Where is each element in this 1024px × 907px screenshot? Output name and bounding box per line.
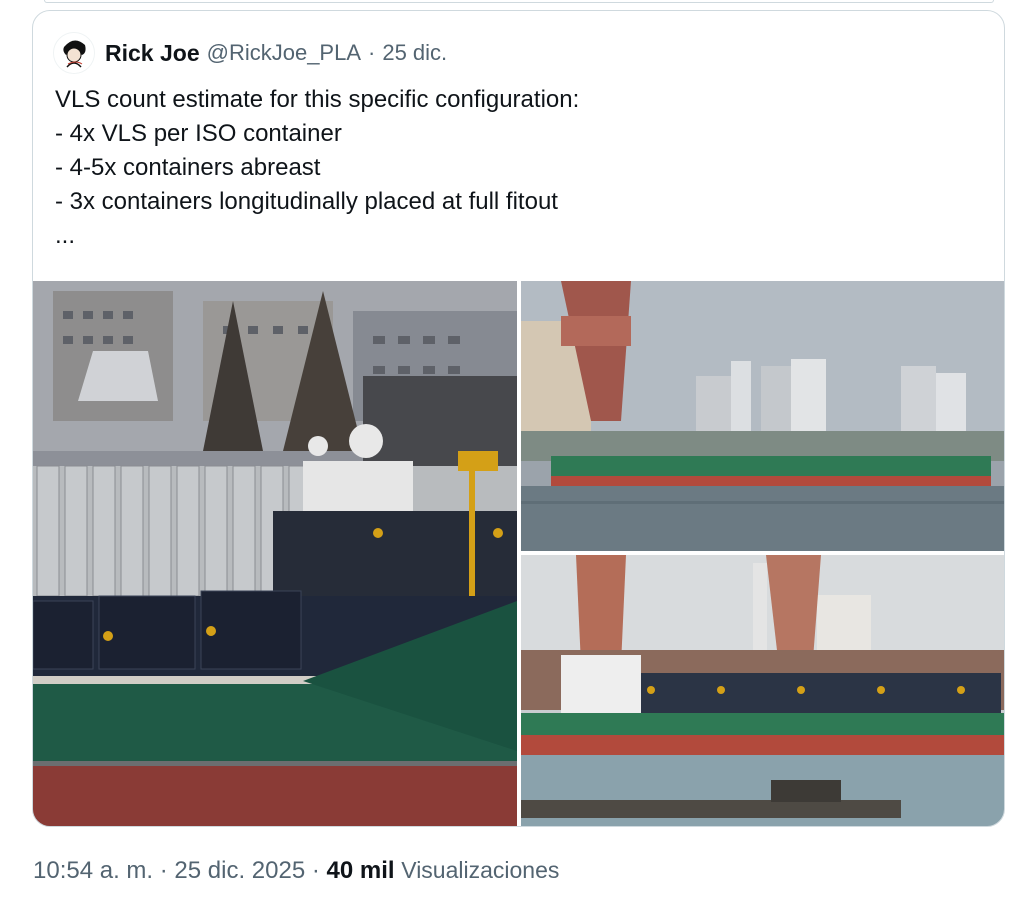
header-separator: · [368, 40, 376, 65]
tweet-meta-footer: 10:54 a. m. · 25 dic. 2025 · 40 mil Visu… [33, 857, 559, 885]
footer-separator: · [159, 857, 168, 884]
media-image-3[interactable] [521, 555, 1004, 826]
tweet-time[interactable]: 10:54 a. m. [33, 857, 153, 884]
views-label: Visualizaciones [401, 857, 560, 883]
author-handle[interactable]: @RickJoe_PLA [207, 40, 361, 66]
author-name[interactable]: Rick Joe [105, 40, 200, 67]
tweet-header: Rick Joe @RickJoe_PLA · 25 dic. [53, 31, 984, 75]
views-count[interactable]: 40 mil [327, 857, 395, 884]
ship-harbor-photo-icon [521, 281, 1004, 551]
quoted-tweet-card[interactable]: Rick Joe @RickJoe_PLA · 25 dic. VLS coun… [32, 10, 1005, 827]
media-image-1[interactable] [33, 281, 517, 826]
footer-separator: · [311, 857, 320, 884]
tweet-line: ... [55, 222, 76, 249]
tweet-date[interactable]: 25 dic. [382, 40, 447, 66]
tweet-text: VLS count estimate for this specific con… [55, 83, 984, 253]
media-image-2[interactable] [521, 281, 1004, 551]
tweet-line: - 4-5x containers abreast [55, 154, 321, 181]
avatar[interactable] [53, 32, 95, 74]
tweet-line: - 3x containers longitudinally placed at… [55, 188, 558, 215]
ship-closeup-photo-icon [33, 281, 517, 826]
tweet-line: - 4x VLS per ISO container [55, 120, 342, 147]
avatar-icon [54, 33, 94, 73]
tweet-full-date[interactable]: 25 dic. 2025 [174, 857, 305, 884]
media-grid [33, 281, 1004, 826]
ship-dock-photo-icon [521, 555, 1004, 826]
tweet-line: VLS count estimate for this specific con… [55, 86, 580, 113]
previous-card-edge [44, 0, 994, 3]
